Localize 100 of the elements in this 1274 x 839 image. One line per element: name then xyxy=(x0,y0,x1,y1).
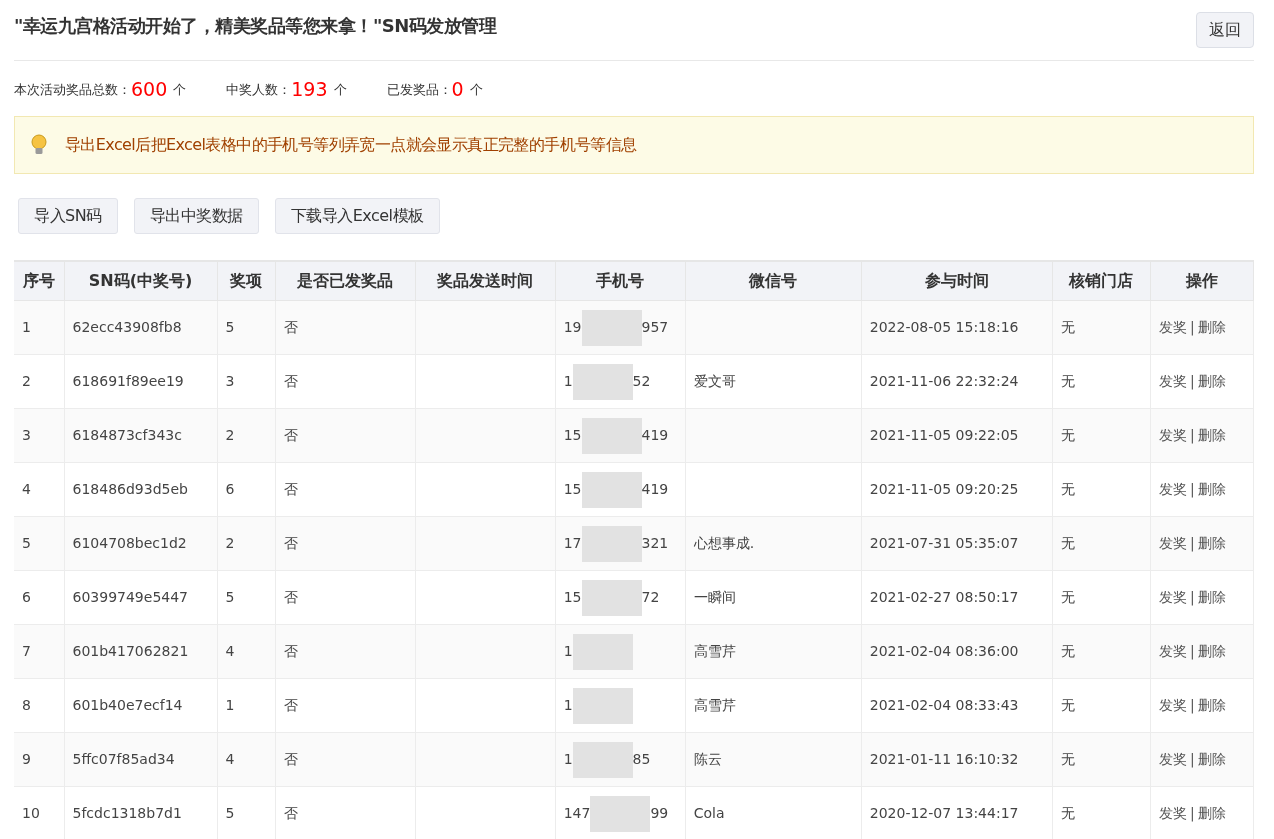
table-cell: 否 xyxy=(283,481,298,497)
table-cell: 1 xyxy=(22,319,31,335)
phone-fragment: 15 xyxy=(563,426,582,443)
phone-fragment: 85 xyxy=(632,750,651,767)
stat-unit: 个 xyxy=(469,80,483,99)
table-cell: 5 xyxy=(225,589,235,605)
stat-value: 0 xyxy=(451,77,464,102)
phone-fragment: 15 xyxy=(563,480,582,497)
table-cell: 3 xyxy=(22,427,31,443)
action-link[interactable]: 删除 xyxy=(1197,751,1226,767)
redaction-blur xyxy=(581,471,642,508)
phone-fragment: 1 xyxy=(563,642,573,659)
table-cell: 否 xyxy=(283,697,298,713)
action-link[interactable]: 删除 xyxy=(1197,535,1226,551)
action-link[interactable]: 发奖 xyxy=(1158,319,1187,335)
table-cell: 10 xyxy=(22,805,40,821)
phone-fragment: 52 xyxy=(632,372,651,389)
phone-fragment: 17 xyxy=(563,534,582,551)
action-link[interactable]: 发奖 xyxy=(1158,643,1187,659)
table-cell: 7 xyxy=(22,643,31,659)
action-separator: | xyxy=(1189,589,1195,605)
phone-fragment: 1 xyxy=(563,750,573,767)
action-link[interactable]: 发奖 xyxy=(1158,427,1187,443)
action-separator: | xyxy=(1189,751,1195,767)
table-cell: 8 xyxy=(22,697,31,713)
action-separator: | xyxy=(1189,319,1195,335)
table-cell: 否 xyxy=(283,805,298,821)
action-link[interactable]: 发奖 xyxy=(1158,535,1187,551)
table-cell: 62ecc43908fb8 xyxy=(72,319,182,335)
table-cell: 2021-02-27 08:50:17 xyxy=(869,589,1019,605)
action-link[interactable]: 删除 xyxy=(1197,373,1226,389)
table-cell: 2021-11-06 22:32:24 xyxy=(869,373,1019,389)
column-header: 核销门店 xyxy=(1052,260,1151,301)
column-header: 是否已发奖品 xyxy=(275,260,416,301)
table-cell: 2 xyxy=(225,427,235,443)
table-cell: 2022-08-05 15:18:16 xyxy=(869,319,1019,335)
table-cell: 5 xyxy=(225,805,235,821)
action-link[interactable]: 发奖 xyxy=(1158,373,1187,389)
column-header: 操作 xyxy=(1150,260,1254,301)
toolbar-button[interactable]: 导入SN码 xyxy=(18,197,118,234)
redaction-blur xyxy=(572,363,633,400)
action-link[interactable]: 发奖 xyxy=(1158,589,1187,605)
table-cell: 6104708bec1d2 xyxy=(72,535,187,551)
action-link[interactable]: 发奖 xyxy=(1158,481,1187,497)
table-cell: 否 xyxy=(283,589,298,605)
table-cell: 无 xyxy=(1060,535,1075,551)
toolbar-button[interactable]: 下载导入Excel模板 xyxy=(274,197,440,234)
table-cell: 4 xyxy=(22,481,31,497)
stat-value: 600 xyxy=(131,77,168,102)
column-header: 微信号 xyxy=(685,260,862,301)
table-cell: 2021-01-11 16:10:32 xyxy=(869,751,1019,767)
column-header: 参与时间 xyxy=(861,260,1053,301)
action-separator: | xyxy=(1189,643,1195,659)
table-cell: 2021-11-05 09:22:05 xyxy=(869,427,1019,443)
action-link[interactable]: 删除 xyxy=(1197,805,1226,821)
phone-fragment: 147 xyxy=(563,804,591,821)
action-separator: | xyxy=(1189,697,1195,713)
action-link[interactable]: 删除 xyxy=(1197,589,1226,605)
action-separator: | xyxy=(1189,427,1195,443)
column-header: 手机号 xyxy=(555,260,686,301)
notice-text: 导出Excel后把Excel表格中的手机号等列弄宽一点就会显示真正完整的手机号等信息 xyxy=(65,133,637,156)
action-link[interactable]: 删除 xyxy=(1197,427,1226,443)
table-cell: 4 xyxy=(225,751,235,767)
back-button[interactable]: 返回 xyxy=(1196,12,1254,48)
table-cell: Cola xyxy=(693,805,725,821)
action-link[interactable]: 发奖 xyxy=(1158,805,1187,821)
phone-fragment: 1 xyxy=(563,696,573,713)
table-cell: 陈云 xyxy=(693,751,722,767)
table-cell: 60399749e5447 xyxy=(72,589,188,605)
action-link[interactable]: 删除 xyxy=(1197,319,1226,335)
table-cell: 2021-11-05 09:20:25 xyxy=(869,481,1019,497)
table-cell: 2021-02-04 08:33:43 xyxy=(869,697,1019,713)
stat-label: 中奖人数： xyxy=(226,80,292,99)
table-cell: 6184873cf343c xyxy=(72,427,182,443)
toolbar-button[interactable]: 导出中奖数据 xyxy=(133,197,259,234)
action-separator: | xyxy=(1189,535,1195,551)
table-cell: 601b40e7ecf14 xyxy=(72,697,183,713)
action-link[interactable]: 发奖 xyxy=(1158,697,1187,713)
table-cell: 一瞬间 xyxy=(693,589,736,605)
table-cell: 高雪芹 xyxy=(693,697,736,713)
phone-fragment: 321 xyxy=(641,534,669,551)
table-cell: 否 xyxy=(283,751,298,767)
phone-fragment: 72 xyxy=(641,588,660,605)
table-cell: 5ffc07f85ad34 xyxy=(72,751,175,767)
action-link[interactable]: 删除 xyxy=(1197,697,1226,713)
redaction-blur xyxy=(590,795,651,832)
table-cell: 5fcdc1318b7d1 xyxy=(72,805,182,821)
column-header: SN码(中奖号) xyxy=(64,260,218,301)
action-link[interactable]: 删除 xyxy=(1197,481,1226,497)
phone-fragment: 1 xyxy=(563,372,573,389)
table-cell: 6 xyxy=(22,589,31,605)
redaction-blur xyxy=(581,579,642,616)
action-link[interactable]: 发奖 xyxy=(1158,751,1187,767)
table-cell: 无 xyxy=(1060,697,1075,713)
table-cell: 无 xyxy=(1060,319,1075,335)
table-cell: 3 xyxy=(225,373,235,389)
action-link[interactable]: 删除 xyxy=(1197,643,1226,659)
table-cell: 6 xyxy=(225,481,235,497)
table-cell: 无 xyxy=(1060,805,1075,821)
phone-fragment: 419 xyxy=(641,426,669,443)
